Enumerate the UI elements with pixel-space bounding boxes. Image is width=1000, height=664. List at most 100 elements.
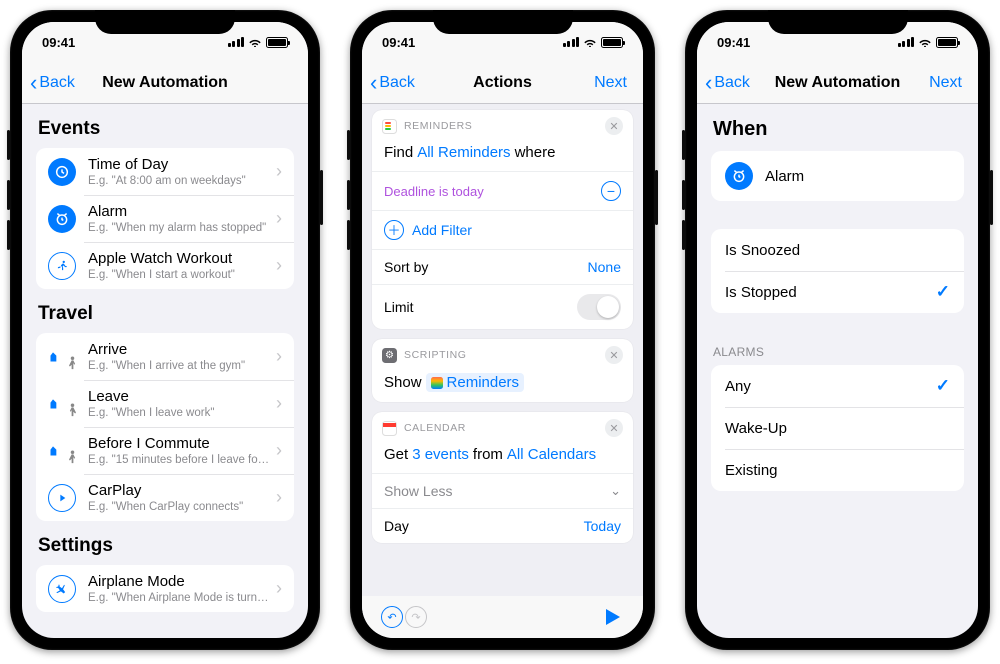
reminders-mini-icon (431, 377, 443, 389)
find-label: Find (384, 144, 413, 161)
back-button[interactable]: ‹ Back (30, 72, 75, 94)
variable-reminders[interactable]: Reminders (426, 373, 525, 392)
clock-icon (48, 158, 76, 186)
action-card-calendar: CALENDAR ✕ Get 3 events from All Calenda… (372, 412, 633, 543)
row-airplane[interactable]: Airplane Mode E.g. "When Airplane Mode i… (36, 565, 294, 612)
remove-filter-icon[interactable]: − (601, 181, 621, 201)
status-time: 09:41 (717, 35, 750, 50)
action-get-line[interactable]: Get 3 events from All Calendars (384, 446, 621, 463)
option-label: Existing (725, 462, 950, 479)
row-subtitle: E.g. "At 8:00 am on weekdays" (88, 175, 270, 187)
page-title: New Automation (102, 74, 228, 92)
sort-row[interactable]: Sort by None (372, 249, 633, 284)
wifi-icon (918, 37, 932, 47)
back-button[interactable]: ‹ Back (705, 72, 750, 94)
row-commute[interactable]: Before I Commute E.g. "15 minutes before… (36, 427, 294, 474)
arrive-icon (48, 344, 76, 369)
option-stopped[interactable]: Is Stopped ✓ (711, 271, 964, 313)
status-time: 09:41 (382, 35, 415, 50)
row-subtitle: E.g. "When Airplane Mode is turned on" (88, 592, 270, 604)
option-snoozed[interactable]: Is Snoozed (711, 229, 964, 271)
option-label: Is Stopped (725, 284, 930, 301)
redo-button[interactable]: ↷ (404, 605, 428, 629)
row-subtitle: E.g. "When CarPlay connects" (88, 501, 270, 513)
plus-circle-icon: ＋ (384, 220, 404, 240)
get-label: Get (384, 446, 408, 463)
limit-label: Limit (384, 299, 414, 315)
signal-icon (898, 37, 915, 47)
row-title: Arrive (88, 341, 270, 359)
day-value[interactable]: Today (584, 518, 621, 534)
row-title: Before I Commute (88, 435, 270, 453)
add-filter-label: Add Filter (412, 222, 472, 238)
alarm-option-existing[interactable]: Existing (711, 449, 964, 491)
battery-icon (266, 37, 288, 48)
chevron-right-icon: › (276, 346, 282, 367)
run-button[interactable] (601, 605, 625, 629)
airplane-icon (48, 575, 76, 603)
day-row[interactable]: Day Today (372, 508, 633, 543)
limit-row: Limit (372, 284, 633, 329)
chevron-left-icon: ‹ (30, 72, 37, 94)
row-time-of-day[interactable]: Time of Day E.g. "At 8:00 am on weekdays… (36, 148, 294, 195)
back-button[interactable]: ‹ Back (370, 72, 415, 94)
alarm-option-wakeup[interactable]: Wake-Up (711, 407, 964, 449)
trigger-alarm-row[interactable]: Alarm (711, 151, 964, 201)
chevron-right-icon: › (276, 208, 282, 229)
chevron-left-icon: ‹ (370, 72, 377, 94)
signal-icon (228, 37, 245, 47)
when-header: When (697, 104, 978, 151)
back-label: Back (714, 74, 750, 92)
from-label: from (473, 446, 503, 463)
chevron-right-icon: › (276, 255, 282, 276)
alarm-option-any[interactable]: Any ✓ (711, 365, 964, 407)
row-subtitle: E.g. "When I arrive at the gym" (88, 360, 270, 372)
show-less-row[interactable]: Show Less ⌄ (372, 473, 633, 508)
checkmark-icon: ✓ (936, 282, 950, 302)
row-subtitle: E.g. "When I leave work" (88, 407, 270, 419)
undo-button[interactable]: ↶ (380, 605, 404, 629)
trigger-label: Alarm (765, 168, 804, 185)
row-arrive[interactable]: Arrive E.g. "When I arrive at the gym" › (36, 333, 294, 380)
battery-icon (601, 37, 623, 48)
signal-icon (563, 37, 580, 47)
card-app-label: CALENDAR (404, 422, 598, 434)
row-workout[interactable]: Apple Watch Workout E.g. "When I start a… (36, 242, 294, 289)
event-count[interactable]: 3 events (412, 446, 469, 463)
chevron-right-icon: › (276, 487, 282, 508)
alarm-icon (48, 205, 76, 233)
row-leave[interactable]: Leave E.g. "When I leave work" › (36, 380, 294, 427)
reminders-app-icon (382, 119, 397, 134)
chevron-right-icon: › (276, 440, 282, 461)
close-icon[interactable]: ✕ (605, 346, 623, 364)
section-header-events: Events (22, 104, 308, 148)
sort-value[interactable]: None (588, 259, 621, 275)
close-icon[interactable]: ✕ (605, 419, 623, 437)
back-label: Back (379, 74, 415, 92)
alarm-icon (725, 162, 753, 190)
day-label: Day (384, 518, 409, 534)
leave-icon (48, 391, 76, 416)
limit-toggle[interactable] (577, 294, 621, 320)
target-reminders[interactable]: All Reminders (417, 144, 510, 161)
row-subtitle: E.g. "When I start a workout" (88, 269, 270, 281)
row-title: Alarm (88, 203, 270, 221)
row-title: Airplane Mode (88, 573, 270, 591)
add-filter-button[interactable]: ＋ Add Filter (372, 210, 633, 249)
target-calendars[interactable]: All Calendars (507, 446, 596, 463)
filter-row[interactable]: Deadline is today − (372, 171, 633, 210)
row-title: Apple Watch Workout (88, 250, 270, 268)
next-button[interactable]: Next (929, 74, 970, 92)
commute-icon (48, 438, 76, 463)
show-less-label: Show Less (384, 483, 452, 499)
action-show-line[interactable]: Show Reminders (384, 373, 621, 392)
back-label: Back (39, 74, 75, 92)
next-button[interactable]: Next (594, 74, 635, 92)
row-title: CarPlay (88, 482, 270, 500)
row-alarm[interactable]: Alarm E.g. "When my alarm has stopped" › (36, 195, 294, 242)
row-carplay[interactable]: CarPlay E.g. "When CarPlay connects" › (36, 474, 294, 521)
carplay-icon (48, 484, 76, 512)
close-icon[interactable]: ✕ (605, 117, 623, 135)
wifi-icon (248, 37, 262, 47)
action-find-line[interactable]: Find All Reminders where (384, 144, 621, 161)
